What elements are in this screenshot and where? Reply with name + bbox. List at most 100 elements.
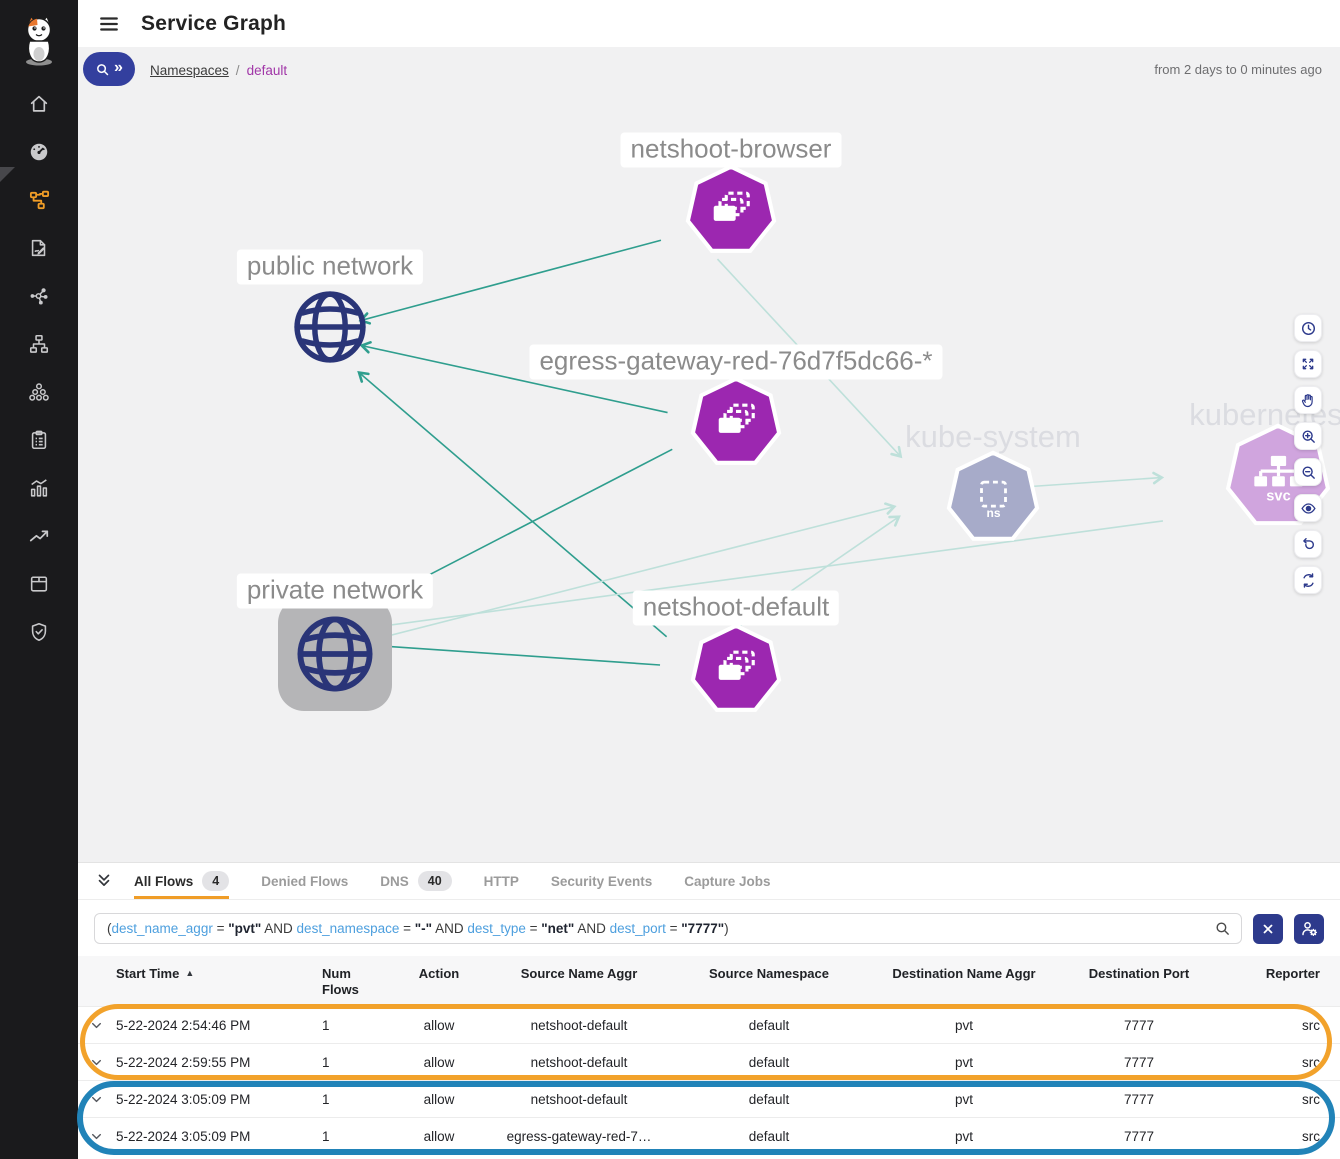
flow-cell: egress-gateway-red-7… xyxy=(484,1129,674,1144)
sidebar-item-service-graph[interactable] xyxy=(0,176,78,224)
column-header-reporter[interactable]: Reporter xyxy=(1214,966,1340,1006)
policy-edit-icon xyxy=(28,237,50,259)
query-plain: = xyxy=(666,921,681,936)
flow-cell: default xyxy=(674,1055,864,1070)
graph-node-kube-system[interactable]: ns xyxy=(946,451,1041,546)
globe-icon xyxy=(291,288,369,366)
flow-cell: allow xyxy=(394,1055,484,1070)
column-header-num-flows[interactable]: Num Flows xyxy=(314,966,394,1006)
replicaset-icon xyxy=(689,169,773,253)
graph-edge-private-network-to-kube-system xyxy=(381,507,893,638)
top-header: Service Graph xyxy=(78,0,1340,47)
column-header-destination-port[interactable]: Destination Port xyxy=(1064,966,1214,1006)
query-plain: = xyxy=(526,921,541,936)
graph-node-netshoot-default[interactable] xyxy=(690,624,783,717)
visibility-button[interactable] xyxy=(1294,494,1322,522)
undo-button[interactable] xyxy=(1294,530,1322,558)
calico-cat-logo[interactable] xyxy=(0,0,78,80)
sidebar-item-policies[interactable] xyxy=(0,224,78,272)
flow-cell: default xyxy=(674,1129,864,1144)
graph-node-private-network[interactable] xyxy=(278,597,392,711)
sidebar-item-compliance[interactable] xyxy=(0,416,78,464)
flow-row[interactable]: 5-22-2024 3:05:09 PM1allownetshoot-defau… xyxy=(78,1080,1340,1117)
pan-button[interactable] xyxy=(1294,386,1322,414)
chevron-down-icon[interactable] xyxy=(90,1130,103,1143)
service-graph-canvas[interactable]: » Namespaces / default from 2 days to 0 … xyxy=(78,47,1340,862)
undo-icon xyxy=(1300,536,1317,553)
sidebar-item-endpoints[interactable] xyxy=(0,272,78,320)
flow-row[interactable]: 5-22-2024 3:05:09 PM1allowegress-gateway… xyxy=(78,1117,1340,1154)
flow-cell: 7777 xyxy=(1064,1018,1214,1033)
chevron-down-icon[interactable] xyxy=(90,1056,103,1069)
column-header-expand xyxy=(78,966,116,1006)
refresh-icon xyxy=(1300,572,1317,589)
tab-denied-flows[interactable]: Denied Flows xyxy=(261,863,348,899)
search-icon[interactable] xyxy=(1214,920,1231,937)
query-value: "net" xyxy=(541,921,574,936)
sidebar-item-activity[interactable] xyxy=(0,464,78,512)
clear-filter-button[interactable] xyxy=(1253,914,1283,944)
tab-count-badge: 40 xyxy=(418,871,452,891)
shield-check-icon xyxy=(28,621,50,643)
graph-edge-netshoot-browser-to-public-network xyxy=(361,240,660,320)
sidebar-item-home[interactable] xyxy=(0,80,78,128)
svg-text:ns: ns xyxy=(986,506,1000,520)
clock-icon xyxy=(1300,320,1317,337)
tab-label: Capture Jobs xyxy=(684,874,770,889)
sidebar-item-network[interactable] xyxy=(0,320,78,368)
column-header-destination-name-aggr[interactable]: Destination Name Aggr xyxy=(864,966,1064,1006)
zoom-in-button[interactable] xyxy=(1294,422,1322,450)
breadcrumb-namespaces-link[interactable]: Namespaces xyxy=(150,63,229,78)
breadcrumb-current[interactable]: default xyxy=(247,63,288,78)
column-header-action[interactable]: Action xyxy=(394,966,484,1006)
flow-cell: 1 xyxy=(314,1129,394,1144)
page-title: Service Graph xyxy=(141,12,286,36)
chevron-down-icon[interactable] xyxy=(90,1093,103,1106)
service-graph-icon xyxy=(28,189,51,212)
flow-cell: netshoot-default xyxy=(484,1092,674,1107)
sidebar-item-threat-defense[interactable] xyxy=(0,608,78,656)
collapse-panel-button[interactable] xyxy=(92,872,116,890)
graph-node-egress-gateway-red[interactable] xyxy=(690,377,783,470)
sidebar-item-trends[interactable] xyxy=(0,512,78,560)
chevron-down-icon[interactable] xyxy=(90,1019,103,1032)
column-header-source-namespace[interactable]: Source Namespace xyxy=(674,966,864,1006)
namespace-icon: ns xyxy=(950,455,1036,541)
tab-security-events[interactable]: Security Events xyxy=(551,863,652,899)
column-header-source-name-aggr[interactable]: Source Name Aggr xyxy=(484,966,674,1006)
time-button[interactable] xyxy=(1294,314,1322,342)
filter-query-input[interactable]: (dest_name_aggr = "pvt" AND dest_namespa… xyxy=(94,913,1242,944)
tab-http[interactable]: HTTP xyxy=(484,863,519,899)
tab-all-flows[interactable]: All Flows4 xyxy=(134,863,229,899)
sidebar-item-clusters[interactable] xyxy=(0,368,78,416)
sidebar-item-packages[interactable] xyxy=(0,560,78,608)
user-settings-button[interactable] xyxy=(1294,914,1324,944)
flow-row[interactable]: 5-22-2024 2:54:46 PM1allownetshoot-defau… xyxy=(78,1006,1340,1043)
visibility-icon xyxy=(1300,500,1317,517)
query-field: dest_namespace xyxy=(297,921,400,936)
zoom-out-button[interactable] xyxy=(1294,458,1322,486)
expand-icon xyxy=(1300,356,1316,372)
replicaset-icon xyxy=(694,381,778,465)
query-plain: ) xyxy=(724,921,729,936)
graph-search-pill[interactable]: » xyxy=(83,52,135,86)
breadcrumb: Namespaces / default xyxy=(150,63,287,78)
expand-button[interactable] xyxy=(1294,350,1322,378)
tab-dns[interactable]: DNS40 xyxy=(380,863,451,899)
package-icon xyxy=(28,573,50,595)
tab-capture-jobs[interactable]: Capture Jobs xyxy=(684,863,770,899)
menu-icon[interactable] xyxy=(98,13,120,35)
graph-node-netshoot-browser[interactable] xyxy=(685,165,778,258)
refresh-button[interactable] xyxy=(1294,566,1322,594)
flow-cell: 1 xyxy=(314,1055,394,1070)
sidebar-wedge-decoration xyxy=(0,167,15,182)
flow-row[interactable]: 5-22-2024 2:59:55 PM1allownetshoot-defau… xyxy=(78,1043,1340,1080)
flow-cell: pvt xyxy=(864,1018,1064,1033)
search-icon xyxy=(95,62,110,77)
query-plain: AND xyxy=(574,921,609,936)
graph-node-public-network[interactable] xyxy=(291,288,369,366)
flow-cell: 1 xyxy=(314,1092,394,1107)
column-header-start-time[interactable]: Start Time▲ xyxy=(116,966,314,1006)
tab-label: Denied Flows xyxy=(261,874,348,889)
query-plain: = xyxy=(213,921,228,936)
